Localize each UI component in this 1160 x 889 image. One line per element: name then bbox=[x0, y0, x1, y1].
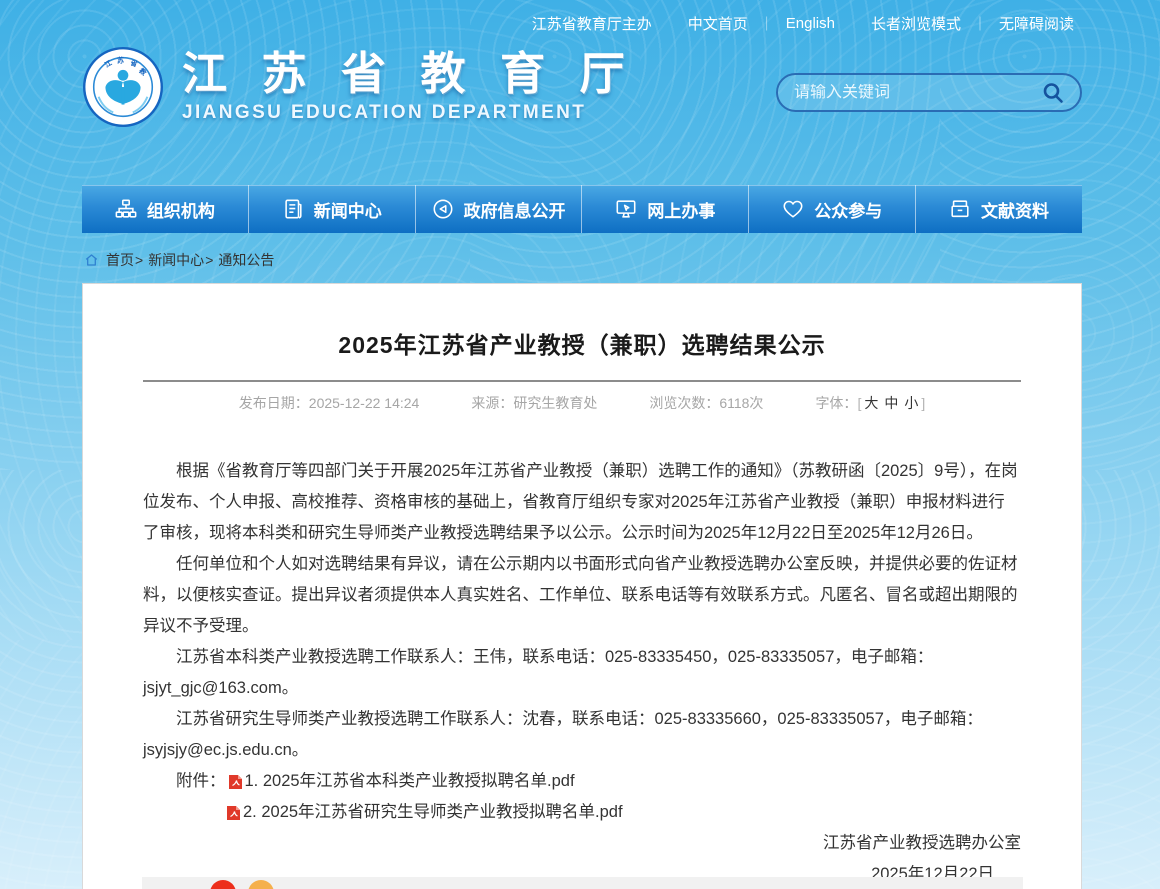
accessibility-link[interactable]: 无障碍阅读 bbox=[999, 13, 1074, 34]
site-search bbox=[776, 73, 1082, 112]
paragraph: 任何单位和个人如对选聘结果有异议，请在公示期内以书面形式向省产业教授选聘办公室反… bbox=[143, 549, 1021, 642]
news-doc-icon bbox=[282, 198, 304, 220]
site-header: 江 苏 省 教 江 苏 省 教 育 厅 JIANGSU EDUCATION DE… bbox=[82, 46, 1082, 128]
search-input[interactable] bbox=[794, 84, 1038, 102]
page-background: 江苏省教育厅主办 中文首页 ｜ English 长者浏览模式 ｜ 无障碍阅读 江… bbox=[0, 0, 1160, 889]
font-size-large[interactable]: 大 bbox=[864, 395, 878, 411]
chinese-home-link[interactable]: 中文首页 bbox=[688, 13, 748, 34]
article-title: 2025年江苏省产业教授（兼职）选聘结果公示 bbox=[143, 326, 1021, 360]
elder-mode-link[interactable]: 长者浏览模式 bbox=[871, 13, 961, 34]
nav-label: 网上办事 bbox=[647, 197, 715, 222]
pdf-file-icon bbox=[226, 805, 241, 821]
article-source: 来源：研究生教育处 bbox=[471, 394, 597, 412]
pdf-file-icon bbox=[228, 774, 243, 790]
breadcrumb-notices[interactable]: 通知公告 bbox=[218, 250, 274, 270]
nav-item-online-services[interactable]: 网上办事 bbox=[582, 185, 749, 233]
article-panel: 2025年江苏省产业教授（兼职）选聘结果公示 发布日期：2025-12-22 1… bbox=[82, 283, 1082, 889]
breadcrumb: 首页 > 新闻中心 > 通知公告 bbox=[84, 250, 274, 270]
top-utility-bar: 江苏省教育厅主办 中文首页 ｜ English 长者浏览模式 ｜ 无障碍阅读 bbox=[532, 13, 1074, 34]
nav-item-public-participation[interactable]: 公众参与 bbox=[749, 185, 916, 233]
title-divider bbox=[143, 380, 1021, 382]
nav-item-documents[interactable]: 文献资料 bbox=[916, 185, 1082, 233]
search-icon bbox=[1041, 81, 1065, 105]
svg-text:苏: 苏 bbox=[117, 56, 124, 65]
english-link[interactable]: English bbox=[786, 15, 835, 32]
search-button[interactable] bbox=[1038, 78, 1068, 108]
font-size-control: 字体：[大中小] bbox=[815, 394, 925, 412]
archive-icon bbox=[949, 198, 971, 220]
education-department-emblem-icon: 江 苏 省 教 bbox=[82, 46, 164, 128]
topbar-separator: ｜ bbox=[973, 14, 987, 34]
breadcrumb-separator: > bbox=[135, 252, 143, 268]
site-subtitle: JIANGSU EDUCATION DEPARTMENT bbox=[182, 102, 636, 124]
logo-text: 江 苏 省 教 育 厅 JIANGSU EDUCATION DEPARTMENT bbox=[182, 50, 636, 123]
info-disclosure-icon bbox=[432, 198, 454, 220]
nav-label: 公众参与 bbox=[814, 197, 882, 222]
signature-office: 江苏省产业教授选聘办公室 bbox=[143, 828, 1021, 859]
article-meta: 发布日期：2025-12-22 14:24 来源：研究生教育处 浏览次数：611… bbox=[143, 394, 1021, 412]
paragraph: 根据《省教育厅等四部门关于开展2025年江苏省产业教授（兼职）选聘工作的通知》（… bbox=[143, 456, 1021, 549]
main-nav: 组织机构 新闻中心 政府信息公开 网上办事 bbox=[82, 185, 1082, 233]
site-title: 江 苏 省 教 育 厅 bbox=[182, 50, 636, 97]
breadcrumb-news-center[interactable]: 新闻中心 bbox=[148, 250, 204, 270]
attachment-link-1[interactable]: 1. 2025年江苏省本科类产业教授拟聘名单.pdf bbox=[245, 766, 575, 797]
breadcrumb-home[interactable]: 首页 bbox=[106, 250, 134, 270]
attachment-row: 2. 2025年江苏省研究生导师类产业教授拟聘名单.pdf bbox=[143, 797, 1021, 828]
nav-label: 组织机构 bbox=[147, 197, 215, 222]
font-size-small[interactable]: 小 bbox=[904, 395, 918, 411]
font-size-medium[interactable]: 中 bbox=[884, 395, 898, 411]
weibo-share-icon[interactable] bbox=[210, 880, 236, 889]
attachments-label: 附件： bbox=[176, 766, 226, 797]
share-toolbar bbox=[142, 877, 1023, 889]
nav-item-gov-info-disclosure[interactable]: 政府信息公开 bbox=[416, 185, 583, 233]
host-link[interactable]: 江苏省教育厅主办 bbox=[532, 13, 652, 34]
home-icon bbox=[84, 253, 99, 267]
nav-label: 文献资料 bbox=[981, 197, 1049, 222]
online-services-icon bbox=[615, 198, 637, 220]
site-logo[interactable]: 江 苏 省 教 江 苏 省 教 育 厅 JIANGSU EDUCATION DE… bbox=[82, 46, 636, 128]
wechat-share-icon[interactable] bbox=[248, 880, 274, 889]
paragraph: 江苏省本科类产业教授选聘工作联系人：王伟，联系电话：025-83335450，0… bbox=[143, 642, 1021, 704]
publish-date: 发布日期：2025-12-22 14:24 bbox=[239, 394, 420, 412]
topbar-separator: ｜ bbox=[760, 14, 774, 34]
nav-item-news-center[interactable]: 新闻中心 bbox=[249, 185, 416, 233]
nav-label: 政府信息公开 bbox=[464, 197, 566, 222]
paragraph: 江苏省研究生导师类产业教授选聘工作联系人：沈春，联系电话：025-8333566… bbox=[143, 704, 1021, 766]
nav-item-organization[interactable]: 组织机构 bbox=[82, 185, 249, 233]
view-count: 浏览次数：6118次 bbox=[649, 394, 763, 412]
nav-label: 新闻中心 bbox=[314, 197, 382, 222]
org-chart-icon bbox=[115, 198, 137, 220]
attachment-row: 附件： 1. 2025年江苏省本科类产业教授拟聘名单.pdf bbox=[143, 766, 1021, 797]
attachment-link-2[interactable]: 2. 2025年江苏省研究生导师类产业教授拟聘名单.pdf bbox=[243, 797, 623, 828]
breadcrumb-separator: > bbox=[205, 252, 213, 268]
heart-icon bbox=[782, 198, 804, 220]
article-body: 根据《省教育厅等四部门关于开展2025年江苏省产业教授（兼职）选聘工作的通知》（… bbox=[143, 456, 1021, 889]
